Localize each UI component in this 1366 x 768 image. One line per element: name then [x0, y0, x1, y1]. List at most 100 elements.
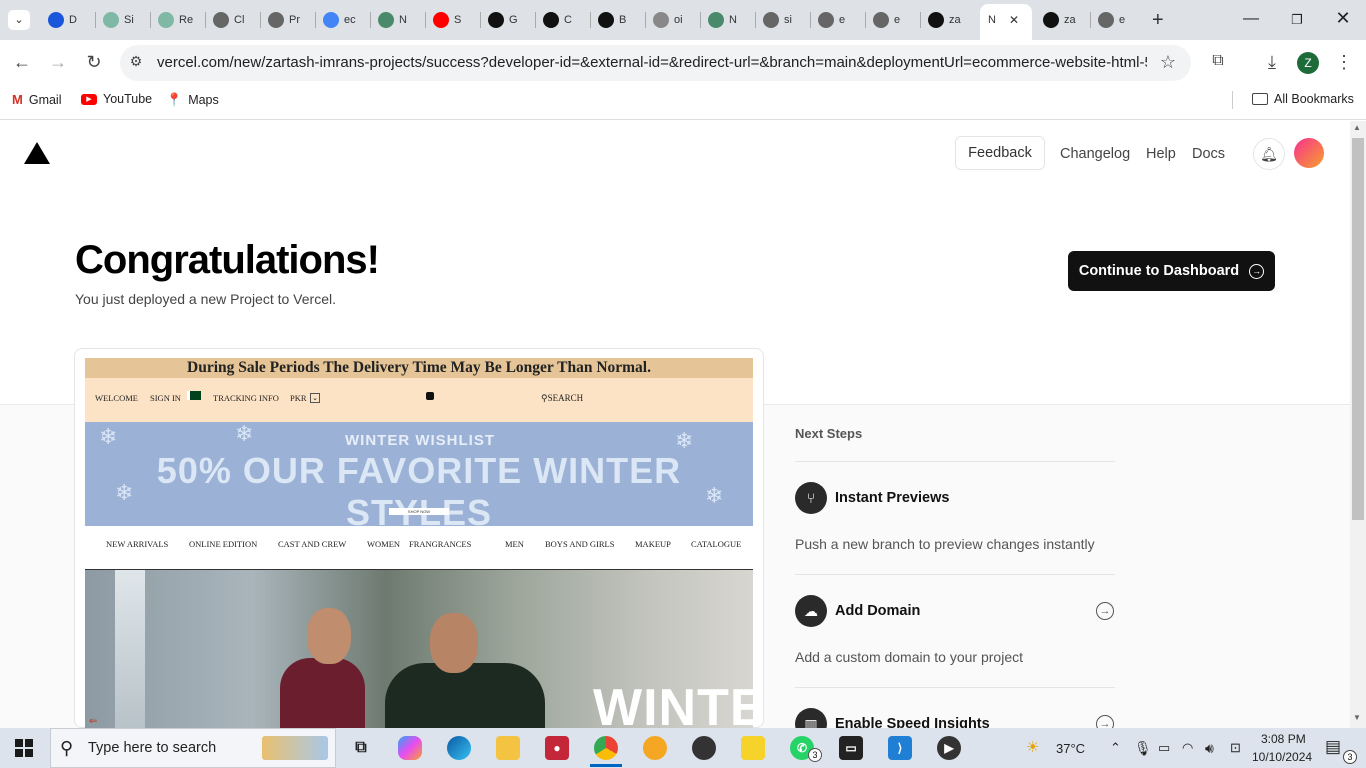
tab-label: N — [729, 14, 737, 26]
tab-search-button[interactable]: ⌄ — [8, 10, 30, 30]
browser-tab[interactable]: Re — [158, 7, 202, 33]
preview-category-item: ONLINE EDITION — [189, 539, 258, 549]
tab-separator — [370, 12, 371, 28]
back-icon[interactable]: ← — [10, 52, 34, 73]
media-player-icon[interactable]: ▶ — [937, 736, 961, 760]
copilot-icon[interactable] — [398, 736, 422, 760]
weather-temp[interactable]: 37°C — [1056, 741, 1085, 756]
browser-tab[interactable]: N ✕ — [988, 7, 1026, 33]
browser-tab[interactable]: S — [433, 7, 477, 33]
bell-icon[interactable]: 🔔︎ — [1253, 138, 1285, 170]
browser-tab[interactable]: za — [928, 7, 972, 33]
sticky-notes-icon[interactable] — [741, 736, 765, 760]
windows-start-icon[interactable] — [15, 739, 33, 757]
battery-icon[interactable]: ▭ — [1158, 740, 1170, 756]
bookmark-youtube[interactable]: ▶ YouTube — [81, 92, 152, 106]
browser-tab[interactable]: B — [598, 7, 642, 33]
minimize-button[interactable]: — — [1241, 10, 1261, 28]
obs-icon[interactable] — [692, 736, 716, 760]
waterfall-shape — [115, 570, 145, 728]
docs-link[interactable]: Docs — [1192, 146, 1225, 162]
deployment-screenshot[interactable]: During Sale Periods The Delivery Time Ma… — [85, 358, 753, 728]
clock-time[interactable]: 3:08 PM — [1261, 732, 1306, 746]
browser-tab[interactable]: G — [488, 7, 532, 33]
edge-icon[interactable] — [447, 736, 471, 760]
download-icon[interactable]: ⤓ — [1260, 52, 1284, 73]
preview-search-icon: ⚲ — [541, 393, 548, 403]
profile-avatar[interactable]: Z — [1297, 52, 1319, 74]
tab-favicon-leaf-icon — [708, 12, 724, 28]
tab-separator — [920, 12, 921, 28]
browser-tab[interactable]: C — [543, 7, 587, 33]
screen-recorder-icon[interactable]: ● — [545, 736, 569, 760]
browser-tab[interactable]: za — [1043, 7, 1087, 33]
continue-to-dashboard-button[interactable]: Continue to Dashboard → — [1068, 251, 1275, 291]
tab-favicon-globe-icon — [213, 12, 229, 28]
scrollbar-thumb[interactable] — [1352, 138, 1364, 520]
preview-top-nav — [85, 378, 753, 422]
reload-icon[interactable]: ↻ — [82, 52, 106, 73]
menu-kebab-icon[interactable]: ⋮ — [1332, 52, 1356, 73]
browser-tab[interactable]: si — [763, 7, 807, 33]
browser-tab[interactable]: e — [1098, 7, 1142, 33]
forward-icon[interactable]: → — [46, 52, 70, 73]
bookmark-gmail[interactable]: M Gmail — [12, 92, 62, 107]
microphone-icon[interactable]: 🎙︎ — [1134, 740, 1152, 757]
divider — [795, 574, 1115, 575]
close-window-button[interactable]: ✕ — [1333, 8, 1353, 29]
tab-favicon-globe-icon — [653, 12, 669, 28]
help-link[interactable]: Help — [1146, 146, 1176, 162]
tab-label: e — [894, 14, 901, 26]
step-title-instant-previews[interactable]: Instant Previews — [835, 490, 949, 506]
vercel-logo-icon[interactable] — [24, 142, 50, 164]
extensions-icon[interactable]: ⧉ — [1206, 52, 1230, 70]
wifi-icon[interactable]: ◠ — [1182, 740, 1193, 756]
meet-now-icon[interactable]: ⊡ — [1230, 740, 1241, 756]
preview-category-item: CATALOGUE — [691, 539, 742, 549]
browser-tab[interactable]: oi — [653, 7, 697, 33]
bookmark-star-icon[interactable]: ☆ — [1156, 52, 1180, 73]
tab-separator — [150, 12, 151, 28]
tab-label: e — [1119, 14, 1126, 26]
url-text[interactable]: vercel.com/new/zartash-imrans-projects/s… — [157, 54, 1147, 71]
step-title-add-domain[interactable]: Add Domain — [835, 603, 920, 619]
bookmark-maps[interactable]: 📍 Maps — [166, 92, 219, 108]
close-tab-icon[interactable]: ✕ — [1009, 13, 1019, 27]
browser-tab[interactable]: e — [818, 7, 862, 33]
chrome-icon[interactable] — [594, 736, 618, 760]
feedback-button[interactable]: Feedback — [955, 136, 1045, 170]
browser-tab[interactable]: D — [48, 7, 92, 33]
tab-favicon-leaf-icon — [103, 12, 119, 28]
brave-icon[interactable] — [643, 736, 667, 760]
browser-tab[interactable]: Cl — [213, 7, 257, 33]
browser-tab[interactable]: Si — [103, 7, 147, 33]
browser-tab[interactable]: Pr — [268, 7, 312, 33]
scroll-up-icon[interactable]: ▲ — [1353, 123, 1361, 132]
changelog-link[interactable]: Changelog — [1060, 146, 1130, 162]
preview-banner-small: WINTER WISHLIST — [345, 432, 495, 449]
all-bookmarks[interactable]: All Bookmarks — [1252, 92, 1354, 106]
browser-tab[interactable]: ec — [323, 7, 367, 33]
scroll-down-icon[interactable]: ▼ — [1353, 713, 1361, 722]
browser-tab[interactable]: N — [378, 7, 422, 33]
notification-icon[interactable]: ▤ — [1325, 737, 1341, 757]
taskbar-search-placeholder[interactable]: Type here to search — [88, 740, 216, 756]
browser-tab[interactable]: N — [708, 7, 752, 33]
site-info-icon[interactable]: ⚙ — [124, 53, 148, 70]
restore-button[interactable]: ❐ — [1287, 12, 1307, 28]
volume-icon[interactable]: 🔊︎ — [1205, 740, 1214, 757]
file-explorer-icon[interactable] — [496, 736, 520, 760]
new-tab-button[interactable]: + — [1152, 9, 1164, 32]
model-right-head — [430, 613, 478, 673]
terminal-icon[interactable]: ▭ — [839, 736, 863, 760]
vscode-icon[interactable]: ⟩ — [888, 736, 912, 760]
task-view-icon[interactable]: ⧉ — [349, 736, 373, 760]
preview-category-item: FRANGRANCES — [409, 539, 472, 549]
tray-chevron-icon[interactable]: ⌃ — [1110, 740, 1121, 756]
clock-date[interactable]: 10/10/2024 — [1252, 750, 1312, 764]
add-domain-arrow-icon[interactable]: → — [1096, 602, 1114, 620]
browser-tab[interactable]: e — [873, 7, 917, 33]
tab-separator — [700, 12, 701, 28]
user-avatar[interactable] — [1294, 138, 1324, 168]
tab-favicon-leaf-icon — [378, 12, 394, 28]
